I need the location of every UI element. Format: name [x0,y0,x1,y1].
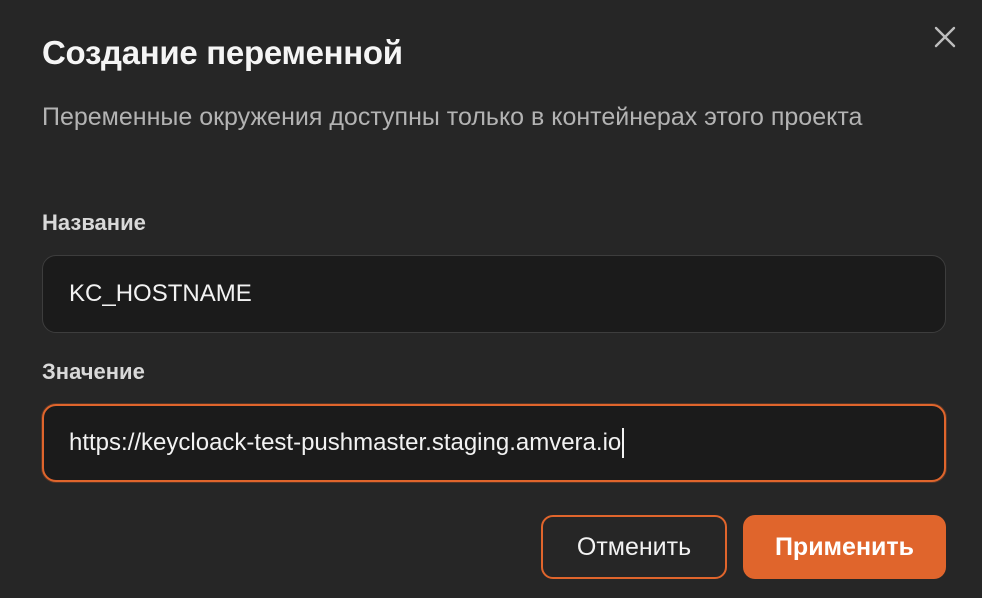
cancel-button[interactable]: Отменить [541,515,727,579]
dialog-description: Переменные окружения доступны только в к… [42,103,863,131]
close-icon [934,26,956,48]
apply-button[interactable]: Применить [743,515,946,579]
apply-button-label: Применить [774,532,915,561]
dialog-title: Создание переменной [42,34,403,71]
name-field-label: Название [42,210,146,235]
value-field-label: Значение [42,359,145,384]
create-variable-dialog: Создание переменной Переменные окружения… [0,0,982,598]
name-input-value: KC_HOSTNAME [69,280,252,307]
cancel-button-label: Отменить [576,532,692,561]
close-button[interactable] [930,22,960,52]
name-input[interactable]: KC_HOSTNAME [42,255,946,333]
value-input-value: https://keycloack-test-pushmaster.stagin… [69,429,622,456]
value-input[interactable]: https://keycloack-test-pushmaster.stagin… [42,404,946,482]
text-caret [622,428,625,458]
